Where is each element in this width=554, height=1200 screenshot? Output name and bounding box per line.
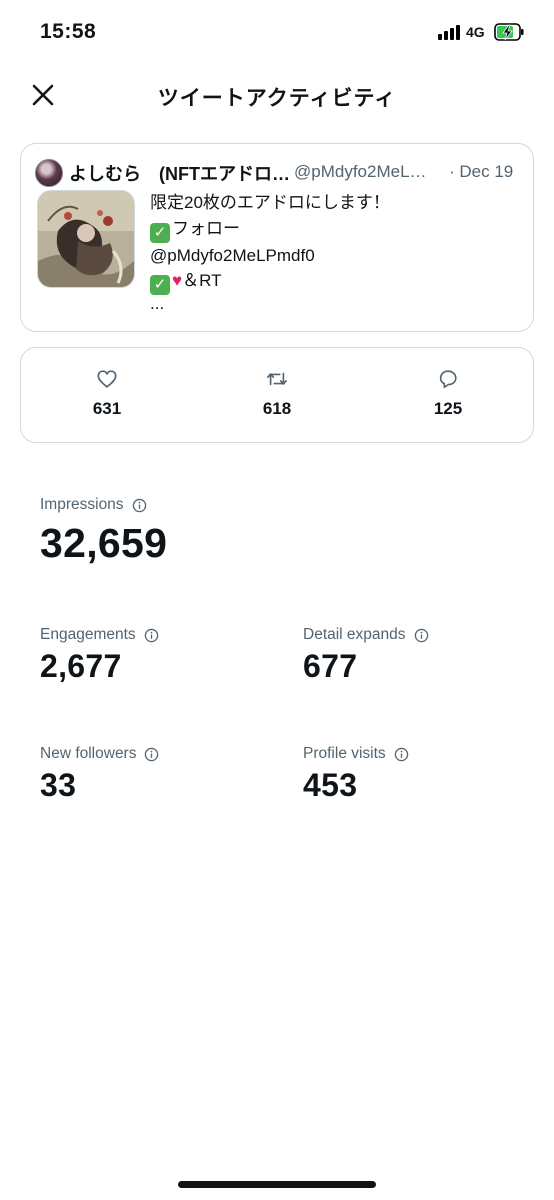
replies-count: 125	[433, 399, 463, 418]
detail-expands-value: 677	[303, 648, 358, 684]
likes-metric: 631	[57, 368, 157, 419]
info-icon[interactable]	[144, 747, 159, 762]
like-icon	[97, 370, 117, 388]
tweet-text: 限定20枚のエアドロにします！ ✓ フォロー @pMdyfo2MeLPmdf0 ✓…	[150, 190, 390, 313]
author-handle: @pMdyfo2MeL…	[294, 162, 427, 181]
tweet-line: ...	[150, 294, 165, 313]
new-followers-stat: New followers 33	[40, 745, 159, 804]
app-header: ツイートアクティビティ	[0, 62, 554, 128]
tweet-line: ✓ フォロー	[150, 216, 390, 243]
info-icon[interactable]	[394, 747, 409, 762]
status-time: 15:58	[40, 20, 97, 43]
impressions-label: Impressions	[40, 496, 124, 513]
detail-expands-label: Detail expands	[303, 626, 406, 643]
engagements-stat: Engagements 2,677	[40, 626, 159, 685]
profile-visits-value: 453	[303, 767, 358, 803]
stat-label: Profile visits	[303, 745, 409, 763]
tweet-line: 限定20枚のエアドロにします！	[150, 193, 390, 212]
tweet-date: · Dec 19	[449, 162, 514, 181]
tweet-line: @pMdyfo2MeLPmdf0	[150, 245, 315, 265]
network-type: 4G	[466, 24, 485, 40]
info-icon[interactable]	[414, 628, 429, 643]
signal-icon	[438, 24, 462, 40]
battery-charging-icon	[494, 23, 524, 41]
artwork-thumbnail	[38, 191, 134, 287]
tweet-image[interactable]	[37, 190, 135, 288]
engagement-metrics-card: 631 618 125	[20, 347, 534, 443]
home-indicator[interactable]	[178, 1181, 376, 1188]
tweet-card[interactable]: よしむら (NFTエアドロ… @pMdyfo2MeL… · Dec 19 限定2…	[20, 143, 534, 332]
profile-visits-label: Profile visits	[303, 745, 386, 762]
likes-count: 631	[92, 399, 122, 418]
engagements-label: Engagements	[40, 626, 136, 643]
impressions-value: 32,659	[40, 520, 168, 566]
retweet-icon	[267, 372, 287, 386]
info-icon[interactable]	[144, 628, 159, 643]
page-title: ツイートアクティビティ	[157, 87, 397, 110]
profile-visits-stat: Profile visits 453	[303, 745, 409, 804]
reply-icon	[439, 370, 457, 389]
status-bar: 15:58 4G	[0, 0, 554, 62]
tweet-line: ✓ ♥＆RT	[150, 268, 390, 295]
stat-label: Impressions	[40, 496, 167, 514]
stat-label: Detail expands	[303, 626, 429, 644]
replies-metric: 125	[398, 368, 498, 419]
detail-expands-stat: Detail expands 677	[303, 626, 429, 685]
retweets-count: 618	[262, 399, 292, 418]
check-mark-icon: ✓	[150, 222, 170, 243]
stat-label: Engagements	[40, 626, 159, 644]
retweets-metric: 618	[227, 368, 327, 419]
new-followers-value: 33	[40, 767, 77, 803]
avatar[interactable]	[35, 159, 63, 187]
heart-icon: ♥	[172, 271, 183, 290]
new-followers-label: New followers	[40, 745, 137, 762]
author-name: よしむら (NFTエアドロ…	[69, 164, 290, 184]
info-icon[interactable]	[132, 498, 147, 513]
engagements-value: 2,677	[40, 648, 122, 684]
check-mark-icon: ✓	[150, 275, 170, 295]
impressions-stat: Impressions 32,659	[40, 496, 167, 567]
stat-label: New followers	[40, 745, 159, 763]
